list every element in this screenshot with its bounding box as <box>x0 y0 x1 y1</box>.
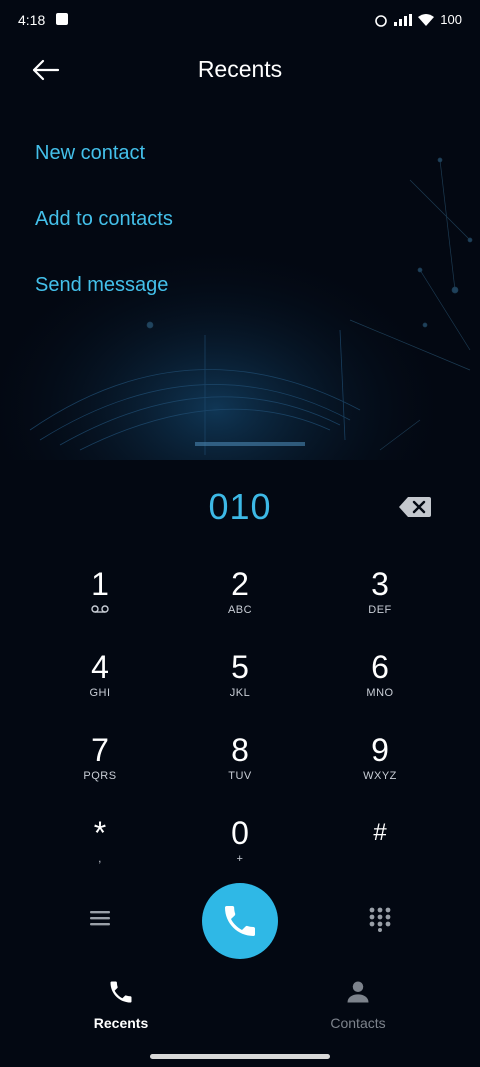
key-letters: ABC <box>227 604 253 616</box>
key-letters: + <box>236 853 244 865</box>
key-digit: 4 <box>91 649 109 685</box>
signal-icon <box>394 13 413 26</box>
key-6[interactable]: 6 MNO <box>320 641 440 711</box>
key-digit: 7 <box>91 732 109 768</box>
person-icon <box>347 981 369 1003</box>
backspace-button[interactable] <box>398 495 432 519</box>
menu-icon <box>90 911 110 926</box>
key-digit: 5 <box>231 649 249 685</box>
key-8[interactable]: 8 TUV <box>180 724 300 794</box>
key-digit: 3 <box>371 566 389 602</box>
phone-icon <box>110 981 132 1003</box>
header: Recents <box>0 42 480 98</box>
call-button[interactable] <box>202 883 278 959</box>
key-letters: JKL <box>229 687 251 699</box>
backspace-icon <box>399 497 431 517</box>
key-letters: MNO <box>366 687 394 699</box>
key-digit: 9 <box>371 732 389 768</box>
page-title: Recents <box>197 56 283 82</box>
key-digit: 1 <box>91 566 109 602</box>
add-to-contacts-link[interactable]: Add to contacts <box>35 208 173 231</box>
menu-button[interactable] <box>88 908 112 933</box>
key-7[interactable]: 7 PQRS <box>40 724 160 794</box>
key-letters: TUV <box>228 770 252 782</box>
battery-level: 100 <box>440 12 462 27</box>
send-message-link[interactable]: Send message <box>35 274 168 297</box>
key-letters: PQRS <box>83 770 117 782</box>
key-letters: DEF <box>368 604 392 616</box>
key-digit: 8 <box>231 732 249 768</box>
status-bar: 4:18 100 <box>0 0 480 40</box>
key-3[interactable]: 3 DEF <box>320 558 440 628</box>
voicemail-icon <box>40 604 160 617</box>
tab-contacts[interactable]: Contacts <box>298 978 418 1031</box>
status-time: 4:18 <box>18 12 46 28</box>
wifi-icon <box>418 13 435 26</box>
notification-icon <box>56 13 68 25</box>
phone-icon <box>225 906 255 936</box>
status-icons: 100 <box>374 12 462 27</box>
new-contact-link[interactable]: New contact <box>35 142 145 165</box>
key-5[interactable]: 5 JKL <box>180 641 300 711</box>
dialpad-toggle-button[interactable] <box>368 906 392 937</box>
home-indicator[interactable] <box>150 1054 330 1059</box>
key-digit: 6 <box>371 649 389 685</box>
key-0[interactable]: 0 + <box>180 807 300 877</box>
key-hash[interactable]: # <box>320 807 440 877</box>
key-digit: 2 <box>231 566 249 602</box>
key-9[interactable]: 9 WXYZ <box>320 724 440 794</box>
key-star[interactable]: * , <box>40 807 160 877</box>
tab-recents-label: Recents <box>93 1015 149 1031</box>
alarm-icon <box>375 14 388 27</box>
key-digit: # <box>373 819 387 846</box>
key-letters: WXYZ <box>363 770 397 782</box>
key-digit: 0 <box>231 815 249 851</box>
key-2[interactable]: 2 ABC <box>180 558 300 628</box>
key-digit: * <box>93 815 107 851</box>
key-4[interactable]: 4 GHI <box>40 641 160 711</box>
tab-recents[interactable]: Recents <box>61 978 181 1031</box>
key-1[interactable]: 1 <box>40 558 160 628</box>
key-letters: GHI <box>89 687 111 699</box>
tab-contacts-label: Contacts <box>330 1015 386 1031</box>
dialpad-icon <box>369 907 391 932</box>
key-letters: , <box>98 853 102 865</box>
